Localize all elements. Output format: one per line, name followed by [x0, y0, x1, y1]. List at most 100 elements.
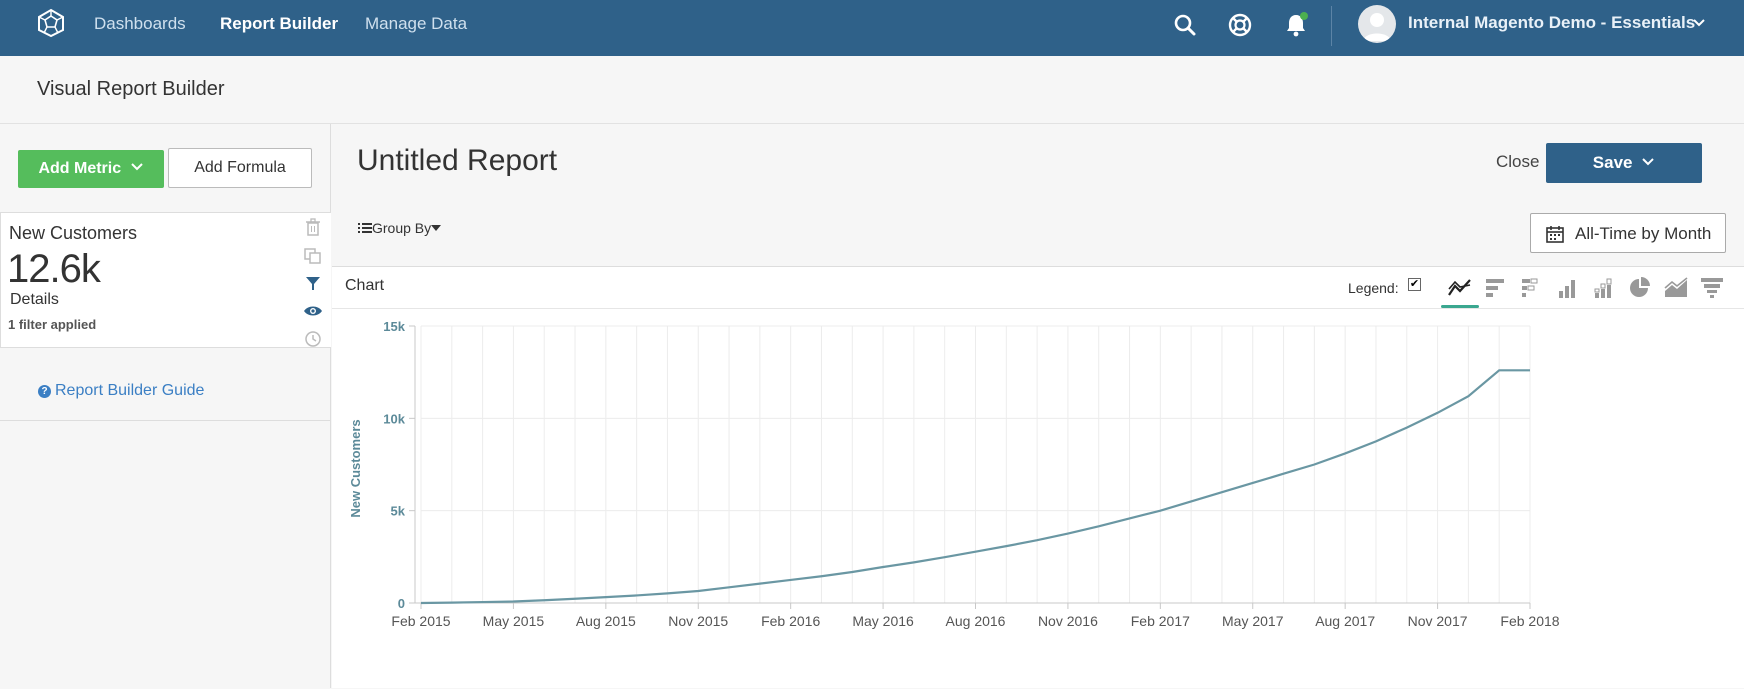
data-point[interactable]	[757, 581, 763, 587]
date-range-button[interactable]: All-Time by Month	[1530, 213, 1726, 253]
filter-icon[interactable]	[303, 273, 323, 293]
data-point[interactable]	[942, 554, 948, 560]
data-point[interactable]	[973, 549, 979, 555]
data-point[interactable]	[1034, 537, 1040, 543]
report-builder-guide-label: Report Builder Guide	[55, 382, 205, 399]
area-chart-type-icon[interactable]	[1662, 275, 1690, 301]
search-icon[interactable]	[1172, 12, 1198, 38]
x-tick-label: Feb 2018	[1500, 613, 1559, 629]
nav-link-dashboards[interactable]: Dashboards	[94, 14, 186, 34]
x-tick-label: Feb 2016	[761, 613, 820, 629]
data-point[interactable]	[510, 599, 516, 605]
data-point[interactable]	[541, 597, 547, 603]
report-title[interactable]: Untitled Report	[357, 144, 557, 178]
data-point[interactable]	[1127, 515, 1133, 521]
data-point[interactable]	[1157, 508, 1163, 514]
data-point[interactable]	[1250, 480, 1256, 486]
add-formula-button[interactable]: Add Formula	[168, 148, 312, 188]
y-tick-label: 15k	[383, 319, 405, 334]
data-point[interactable]	[603, 594, 609, 600]
metric-filter-status: 1 filter applied	[8, 317, 97, 332]
x-tick-label: Feb 2015	[391, 613, 450, 629]
data-point[interactable]	[726, 584, 732, 590]
x-tick-label: Nov 2017	[1408, 613, 1468, 629]
nav-link-manage-data[interactable]: Manage Data	[365, 14, 467, 34]
metric-details-link[interactable]: Details	[10, 291, 59, 309]
data-point[interactable]	[1404, 425, 1410, 431]
visibility-eye-icon[interactable]	[303, 301, 323, 321]
data-point[interactable]	[1527, 367, 1533, 373]
report-builder-guide-link[interactable]: ? Report Builder Guide	[38, 382, 204, 400]
add-metric-button[interactable]: Add Metric	[18, 150, 164, 188]
data-point[interactable]	[1373, 438, 1379, 444]
data-point[interactable]	[788, 577, 794, 583]
stacked-column-chart-type-icon[interactable]	[1590, 275, 1618, 301]
magento-bi-logo-icon[interactable]	[36, 8, 66, 38]
chevron-down-icon[interactable]	[1692, 18, 1706, 28]
account-name[interactable]: Internal Magento Demo - Essentials	[1408, 13, 1695, 33]
metric-card[interactable]: New Customers 12.6k Details 1 filter app…	[0, 212, 331, 348]
data-point[interactable]	[1342, 450, 1348, 456]
data-point[interactable]	[1065, 531, 1071, 537]
user-avatar-icon	[1363, 13, 1391, 41]
data-point[interactable]	[849, 569, 855, 575]
column-chart-type-icon[interactable]	[1554, 275, 1582, 301]
data-point[interactable]	[1003, 543, 1009, 549]
data-point[interactable]	[634, 592, 640, 598]
group-by-label: Group By	[372, 220, 432, 236]
x-tick-label: May 2017	[1222, 613, 1284, 629]
page-subheader: Visual Report Builder	[0, 56, 1744, 124]
data-point[interactable]	[1219, 489, 1225, 495]
save-button[interactable]: Save	[1546, 143, 1702, 183]
active-chart-type-indicator	[1441, 305, 1479, 308]
line-chart-type-icon[interactable]	[1446, 275, 1474, 301]
metrics-sidebar: Add Metric Add Formula New Customers 12.…	[0, 124, 331, 688]
help-lifebuoy-icon[interactable]	[1227, 12, 1253, 38]
x-tick-label: Aug 2016	[946, 613, 1006, 629]
metric-value: 12.6k	[7, 247, 101, 291]
top-navigation-bar: Dashboards Report Builder Manage Data In…	[0, 0, 1744, 56]
duplicate-icon[interactable]	[303, 245, 323, 265]
y-axis-title: New Customers	[348, 419, 363, 517]
data-point[interactable]	[695, 588, 701, 594]
legend-label: Legend:	[1348, 280, 1399, 296]
group-by-dropdown[interactable]: Group By	[358, 220, 442, 236]
data-point[interactable]	[418, 600, 424, 606]
stacked-horizontal-bar-chart-type-icon[interactable]	[1518, 275, 1546, 301]
nav-divider	[1331, 6, 1332, 46]
y-tick-label: 0	[398, 596, 405, 611]
time-clock-icon[interactable]	[303, 329, 323, 349]
nav-link-report-builder[interactable]: Report Builder	[220, 14, 338, 34]
x-tick-label: Nov 2016	[1038, 613, 1098, 629]
user-avatar[interactable]	[1358, 5, 1396, 43]
data-point[interactable]	[480, 599, 486, 605]
page-title: Visual Report Builder	[37, 78, 225, 100]
pie-chart-type-icon[interactable]	[1626, 275, 1654, 301]
data-point[interactable]	[911, 559, 917, 565]
notifications-bell-icon[interactable]	[1283, 12, 1309, 38]
save-label: Save	[1592, 153, 1633, 172]
y-tick-label: 5k	[391, 504, 406, 519]
data-point[interactable]	[1188, 498, 1194, 504]
data-point[interactable]	[1496, 367, 1502, 373]
legend-checkbox[interactable]: ✔	[1408, 278, 1421, 291]
data-point[interactable]	[818, 573, 824, 579]
data-point[interactable]	[1465, 393, 1471, 399]
data-point[interactable]	[1311, 462, 1317, 468]
data-point[interactable]	[572, 596, 578, 602]
data-point[interactable]	[880, 564, 886, 570]
data-point[interactable]	[1096, 523, 1102, 529]
x-tick-label: May 2016	[852, 613, 914, 629]
y-tick-label: 10k	[383, 411, 405, 426]
line-chart: 0 5k 10k 15k Feb 2015 May 2015 Aug 2015 Nov 201…	[348, 319, 1560, 629]
x-tick-label: Nov 2015	[668, 613, 728, 629]
date-range-label: All-Time by Month	[1575, 224, 1712, 243]
horizontal-bar-chart-type-icon[interactable]	[1482, 275, 1510, 301]
funnel-chart-type-icon[interactable]	[1698, 275, 1726, 301]
data-point[interactable]	[664, 590, 670, 596]
data-point[interactable]	[1435, 410, 1441, 416]
trash-icon[interactable]	[303, 217, 323, 237]
close-button[interactable]: Close	[1496, 152, 1539, 172]
data-point[interactable]	[1281, 471, 1287, 477]
data-point[interactable]	[449, 600, 455, 606]
